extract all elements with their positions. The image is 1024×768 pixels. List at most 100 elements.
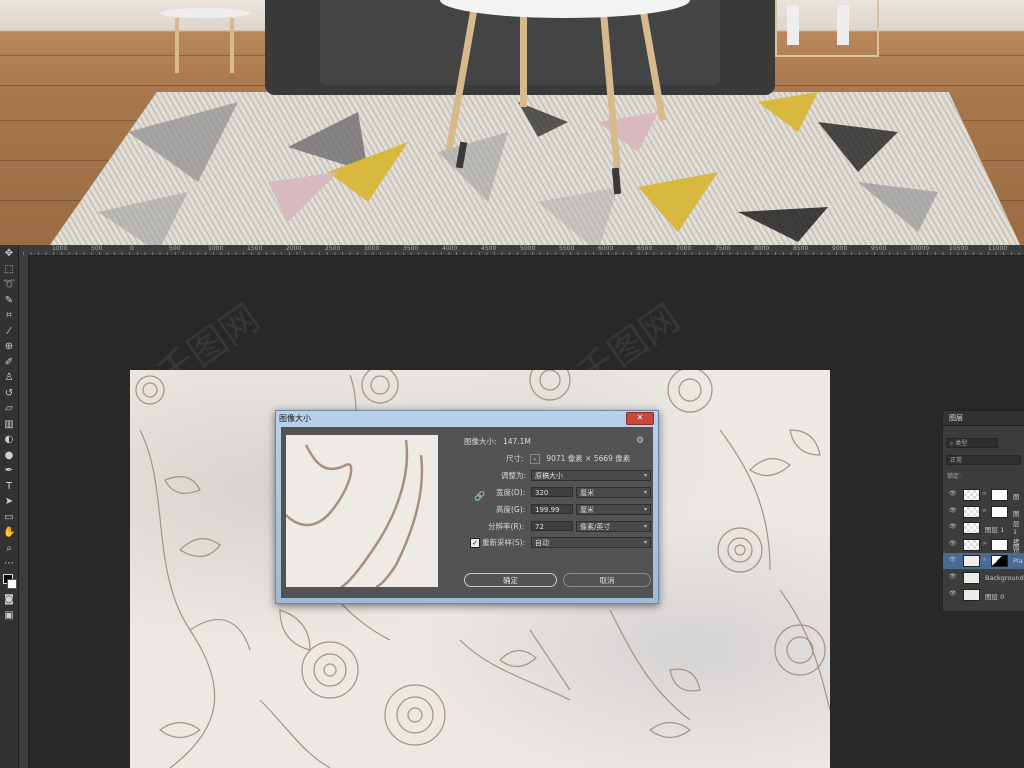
eraser-icon[interactable]: ▱ — [3, 403, 15, 415]
layer-row[interactable]: 👁 ∞ 图 — [943, 487, 1024, 503]
mask-link-icon[interactable]: ∞ — [982, 556, 987, 563]
dimensions-label: 尺寸: — [506, 454, 524, 463]
ruler-tick-label: 4500 — [481, 245, 497, 252]
height-field[interactable]: 199.99 — [531, 504, 573, 514]
layer-mask-thumbnail[interactable] — [991, 555, 1008, 568]
chevron-down-icon: ▾ — [643, 506, 647, 513]
layer-mask-thumbnail[interactable] — [991, 505, 1008, 518]
stamp-icon[interactable]: ♙ — [3, 372, 15, 384]
ruler-tick-label: 9000 — [832, 245, 848, 252]
crop-icon[interactable]: ⌗ — [3, 310, 15, 322]
healing-icon[interactable]: ⊕ — [3, 341, 15, 353]
height-label: 高度(G): — [496, 505, 526, 514]
image-size-dialog: 图像大小 ✕ 图像大小: 147.1M ⚙ 尺寸: ⌄ 9071 像素 × 56… — [275, 410, 659, 604]
wooden-shelf — [775, 0, 879, 57]
resolution-label: 分辨率(R): — [488, 522, 525, 531]
eye-icon[interactable]: 👁 — [949, 540, 957, 547]
layer-row[interactable]: 👁 ∞ 图 — [943, 537, 1024, 553]
layer-mask-thumbnail[interactable] — [991, 489, 1008, 501]
color-swatches[interactable] — [3, 574, 17, 590]
resolution-field[interactable]: 72 — [531, 521, 573, 531]
layer-row[interactable]: 👁 图层 1 — [943, 520, 1024, 536]
brush-icon[interactable]: ✐ — [3, 357, 15, 369]
eye-icon[interactable]: 👁 — [949, 556, 957, 563]
ruler-tick-label: 4000 — [442, 245, 458, 252]
cancel-button[interactable]: 取消 — [563, 573, 651, 587]
close-button[interactable]: ✕ — [626, 412, 654, 425]
dimensions-value: 9071 像素 × 5669 像素 — [546, 454, 631, 463]
mask-link-icon[interactable]: ∞ — [982, 507, 987, 514]
resolution-unit-value: 像素/英寸 — [580, 523, 611, 531]
layer-filter-value: 类型 — [955, 440, 968, 447]
mask-link-icon[interactable]: ∞ — [982, 490, 987, 497]
resample-select[interactable]: 自动 ▾ — [531, 537, 651, 548]
eye-icon[interactable]: 👁 — [949, 590, 957, 597]
layer-thumbnail — [963, 572, 980, 584]
layer-row[interactable]: 👁 ∞ 图层 1 拷贝 — [943, 504, 1024, 556]
hand-icon[interactable]: ✋ — [3, 527, 15, 539]
layer-row[interactable]: 👁 Background — [943, 570, 1024, 586]
chevron-down-icon: ▾ — [643, 472, 647, 479]
layers-tab[interactable]: 图层 — [943, 411, 1024, 426]
settings-gear-icon[interactable]: ⚙ — [636, 436, 644, 446]
height-unit-select[interactable]: 厘米 ▾ — [576, 504, 651, 515]
layer-filter-select[interactable]: ⌕ 类型 — [946, 438, 998, 448]
blend-mode-select[interactable]: 正常 — [946, 455, 1021, 465]
dialog-body: 图像大小: 147.1M ⚙ 尺寸: ⌄ 9071 像素 × 5669 像素 调… — [281, 427, 653, 598]
fit-to-select[interactable]: 原稿大小 ▾ — [531, 470, 651, 481]
layer-name: 图层 0 — [985, 592, 1005, 601]
resample-value: 自动 — [535, 539, 549, 547]
layer-row[interactable]: 👁 图层 0 — [943, 587, 1024, 603]
resample-checkbox[interactable]: ✓ — [470, 538, 480, 548]
layer-row[interactable]: 👁 ∞ Pla — [943, 553, 1024, 570]
eye-icon[interactable]: 👁 — [949, 523, 957, 530]
ruler-tick-label: 3500 — [403, 245, 419, 252]
resolution-unit-select[interactable]: 像素/英寸 ▾ — [576, 521, 651, 532]
ok-button[interactable]: 确定 — [464, 573, 557, 587]
vertical-ruler[interactable] — [19, 255, 29, 768]
eyedropper-icon[interactable]: ⁄ — [3, 326, 15, 338]
move-icon[interactable]: ✥ — [3, 248, 15, 260]
blur-icon[interactable]: ◐ — [3, 434, 15, 446]
dodge-icon[interactable]: ● — [3, 450, 15, 462]
image-preview[interactable] — [286, 435, 438, 587]
width-unit-select[interactable]: 厘米 ▾ — [576, 487, 651, 498]
screen-mode-icon[interactable]: ▣ — [3, 610, 15, 622]
history-brush-icon[interactable]: ↺ — [3, 388, 15, 400]
pen-icon[interactable]: ✒ — [3, 465, 15, 477]
layers-panel: 图层 ⌕ 类型 正常 锁定: 👁 ∞ 图 👁 ∞ 图层 1 拷贝 👁 图层 1 👁 ∞ 图 👁 ∞ Pla… — [942, 410, 1024, 612]
dialog-title: 图像大小 — [279, 414, 311, 423]
eye-icon[interactable]: 👁 — [949, 490, 957, 497]
quick-mask-icon[interactable]: ◙ — [3, 594, 15, 606]
path-select-icon[interactable]: ➤ — [3, 496, 15, 508]
type-icon[interactable]: T — [3, 481, 15, 493]
layer-mask-thumbnail[interactable] — [991, 538, 1008, 551]
fit-to-label: 调整为: — [501, 471, 527, 480]
width-unit-value: 厘米 — [580, 489, 594, 497]
layer-thumbnail — [963, 555, 980, 568]
eye-icon[interactable]: 👁 — [949, 573, 957, 580]
shape-icon[interactable]: ▭ — [3, 512, 15, 524]
image-size-value: 147.1M — [502, 437, 531, 446]
mask-link-icon[interactable]: ∞ — [982, 540, 987, 547]
link-constraint-icon[interactable]: 🔗 — [474, 493, 485, 502]
quick-select-icon[interactable]: ✎ — [3, 295, 15, 307]
marquee-icon[interactable]: ⬚ — [3, 264, 15, 276]
geometric-rug — [38, 92, 1024, 245]
zoom-icon[interactable]: ⌕ — [3, 543, 15, 555]
lock-label: 锁定: — [947, 473, 962, 480]
gradient-icon[interactable]: ▥ — [3, 419, 15, 431]
more-icon[interactable]: ⋯ — [3, 558, 15, 570]
dimensions-unit-dropdown[interactable]: ⌄ — [529, 454, 540, 464]
side-stool — [160, 0, 250, 75]
rug-pattern — [98, 92, 938, 245]
height-unit-value: 厘米 — [580, 506, 594, 514]
lasso-icon[interactable]: ➰ — [3, 279, 15, 291]
horizontal-ruler[interactable]: 1000 500 0 500 1000 1500 2000 2500 3000 3500 4000 4… — [0, 245, 1024, 256]
image-size-row: 图像大小: 147.1M — [464, 436, 531, 447]
width-field[interactable]: 320 — [531, 487, 573, 497]
ruler-tick-label: 1000 — [208, 245, 224, 252]
eye-icon[interactable]: 👁 — [949, 507, 957, 514]
ruler-tick-label: 3000 — [364, 245, 380, 252]
ruler-tick-label: 8000 — [754, 245, 770, 252]
